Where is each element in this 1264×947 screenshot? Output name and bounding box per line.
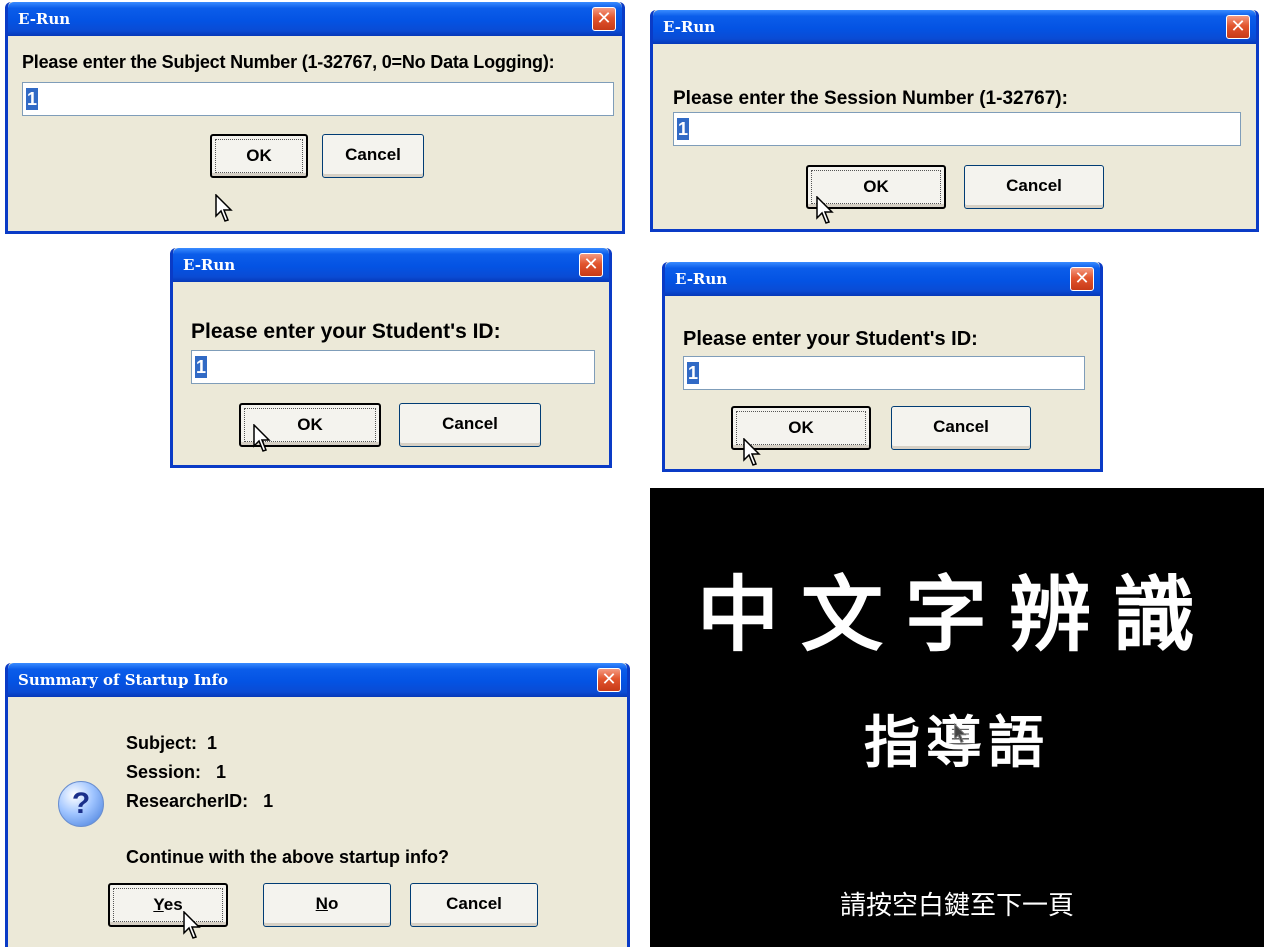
session-label: Session: [126, 762, 202, 782]
cancel-button[interactable]: Cancel [891, 406, 1031, 450]
session-number-input[interactable]: 1 [673, 112, 1241, 146]
summary-dialog: Summary of Startup Info ✕ ? Subject: 1 S… [5, 663, 630, 947]
student-id-prompt: Please enter your Student's ID: [191, 320, 501, 343]
title-bar[interactable]: E-Run ✕ [653, 10, 1256, 44]
researcher-line: ResearcherID: 1 [126, 791, 273, 812]
mouse-cursor-icon [253, 424, 271, 452]
dialog-title: E-Run [183, 256, 236, 274]
instruction-screen: 中文字辨識 指導語 請按空白鍵至下一頁 [650, 488, 1264, 947]
student-id-dialog-right: E-Run ✕ Please enter your Student's ID: … [662, 262, 1103, 472]
dialog-title: E-Run [18, 10, 71, 28]
mouse-cursor-icon [183, 911, 201, 939]
dialog-title: Summary of Startup Info [18, 671, 229, 689]
input-value: 1 [687, 362, 700, 384]
researcher-value: 1 [263, 791, 274, 811]
instruction-title: 中文字辨識 [696, 568, 1217, 663]
dialog-title: E-Run [663, 18, 716, 36]
next-page-hint: 請按空白鍵至下一頁 [839, 891, 1074, 921]
session-line: Session: 1 [126, 762, 226, 783]
session-number-dialog: E-Run ✕ Please enter the Session Number … [650, 10, 1259, 232]
title-bar[interactable]: Summary of Startup Info ✕ [8, 663, 627, 697]
close-button[interactable]: ✕ [592, 7, 616, 31]
mouse-cursor-icon [215, 194, 233, 222]
ok-button[interactable]: OK [210, 134, 308, 178]
input-value: 1 [26, 88, 39, 110]
researcher-label: ResearcherID: [126, 791, 249, 811]
subject-line: Subject: 1 [126, 733, 217, 754]
close-button[interactable]: ✕ [1226, 15, 1250, 39]
close-button[interactable]: ✕ [579, 253, 603, 277]
no-mnemonic: N [315, 894, 328, 913]
cancel-button[interactable]: Cancel [964, 165, 1104, 209]
subject-label: Subject: [126, 733, 198, 753]
input-value: 1 [677, 118, 690, 140]
title-bar[interactable]: E-Run ✕ [665, 262, 1100, 296]
yes-label-rest: es [163, 895, 183, 914]
subject-value: 1 [207, 733, 218, 753]
close-button[interactable]: ✕ [1070, 267, 1094, 291]
mouse-cursor-icon [743, 438, 761, 466]
cancel-button[interactable]: Cancel [322, 134, 424, 178]
subject-number-input[interactable]: 1 [22, 82, 614, 116]
mouse-cursor-icon [816, 196, 834, 224]
input-value: 1 [195, 356, 208, 378]
question-icon: ? [58, 781, 104, 827]
close-button[interactable]: ✕ [597, 668, 621, 692]
cancel-button[interactable]: Cancel [399, 403, 541, 447]
yes-mnemonic: Y [153, 895, 164, 914]
dialog-title: E-Run [675, 270, 728, 288]
title-bar[interactable]: E-Run ✕ [8, 2, 622, 36]
session-prompt: Please enter the Session Number (1-32767… [673, 88, 1068, 109]
cancel-button[interactable]: Cancel [410, 883, 538, 927]
student-id-dialog-left: E-Run ✕ Please enter your Student's ID: … [170, 248, 612, 468]
no-button[interactable]: No [263, 883, 391, 927]
continue-question: Continue with the above startup info? [126, 847, 449, 867]
no-label-rest: o [327, 894, 339, 913]
student-id-prompt: Please enter your Student's ID: [683, 328, 978, 350]
yes-button[interactable]: Yes [108, 883, 228, 927]
session-value: 1 [216, 762, 227, 782]
student-id-input[interactable]: 1 [191, 350, 595, 384]
title-bar[interactable]: E-Run ✕ [173, 248, 609, 282]
subject-number-dialog: E-Run ✕ Please enter the Subject Number … [5, 2, 625, 234]
mouse-cursor-icon [954, 723, 967, 744]
student-id-input[interactable]: 1 [683, 356, 1085, 390]
subject-prompt: Please enter the Subject Number (1-32767… [22, 52, 555, 72]
